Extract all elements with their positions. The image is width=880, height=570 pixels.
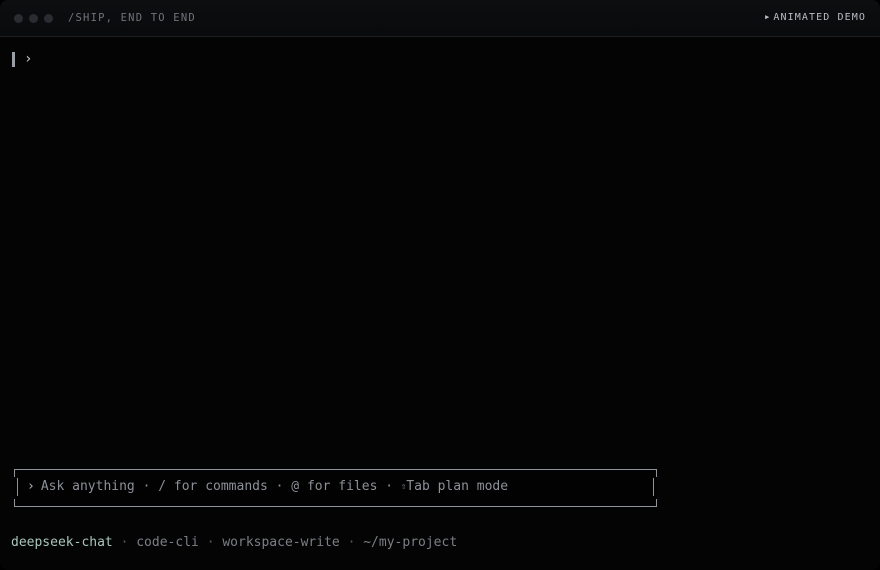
placeholder-ask: Ask anything	[40, 479, 135, 494]
chat-input[interactable]: › Ask anything · / for commands · @ for f…	[27, 479, 508, 494]
placeholder-files: @ for files	[291, 479, 378, 494]
profile-name[interactable]: code-cli	[136, 535, 199, 550]
animated-demo-badge[interactable]: ▶ ANIMATED DEMO	[765, 12, 866, 23]
permission-mode[interactable]: workspace-write	[222, 535, 339, 550]
status-bar: deepseek-chat · code-cli · workspace-wri…	[11, 535, 458, 550]
prompt-chevron-icon: ›	[24, 51, 33, 67]
minimize-dot-icon[interactable]	[29, 14, 38, 23]
window-title: /SHIP, END TO END	[68, 12, 196, 24]
shift-key-icon: ⇧	[400, 482, 407, 492]
badge-label: ANIMATED DEMO	[773, 12, 866, 23]
terminal-prompt-line: ›	[12, 51, 32, 67]
terminal-window: /SHIP, END TO END ▶ ANIMATED DEMO › › Ask …	[0, 0, 880, 570]
window-controls	[14, 14, 53, 23]
input-right-edge	[653, 478, 654, 496]
text-cursor	[12, 51, 15, 67]
input-left-edge	[17, 478, 18, 496]
model-name[interactable]: deepseek-chat	[11, 535, 113, 550]
placeholder-commands: / for commands	[158, 479, 268, 494]
maximize-dot-icon[interactable]	[44, 14, 53, 23]
title-bar: /SHIP, END TO END ▶ ANIMATED DEMO	[0, 0, 880, 37]
close-dot-icon[interactable]	[14, 14, 23, 23]
chat-input-box[interactable]: › Ask anything · / for commands · @ for f…	[14, 469, 657, 507]
placeholder-plan: Tab plan mode	[406, 479, 509, 494]
input-chevron-icon: ›	[27, 479, 35, 494]
project-path[interactable]: ~/my-project	[363, 535, 457, 550]
play-triangle-icon: ▶	[765, 13, 771, 21]
